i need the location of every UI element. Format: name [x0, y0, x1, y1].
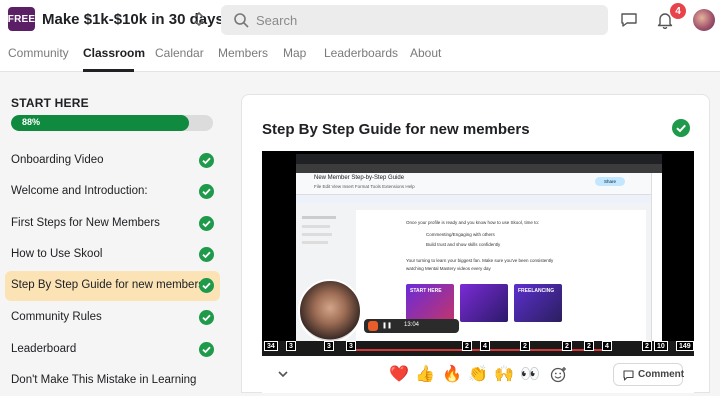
doc-title: New Member Step-by-Step Guide — [314, 175, 405, 181]
lesson-item[interactable]: First Steps for New Members — [5, 209, 220, 239]
doc-menu: File Edit View Insert Format Tools Exten… — [314, 184, 415, 189]
chevron-down-icon[interactable] — [276, 367, 290, 381]
nav-tabs: Community Classroom Calendar Members Map… — [0, 40, 720, 72]
course-title: START HERE — [11, 96, 89, 110]
video-thumbnail — [460, 284, 508, 322]
lesson-item[interactable]: Community Rules — [5, 303, 220, 333]
doc-text: Build trust and show skills confidently — [426, 242, 501, 247]
taskbar-badge: 4 — [480, 341, 490, 351]
reaction-heart[interactable]: ❤️ — [389, 365, 409, 383]
stop-icon — [368, 321, 378, 331]
chevron-up-down-icon[interactable] — [192, 10, 206, 28]
progress-fill: 88% — [11, 115, 189, 131]
webcam-overlay — [298, 279, 362, 343]
chat-icon[interactable] — [620, 11, 638, 29]
doc-right-rail — [651, 173, 662, 341]
doc-text: Your turning to learn your biggest fan. … — [406, 258, 554, 263]
lesson-label: How to Use Skool — [11, 248, 103, 260]
reaction-bar: ❤️ 👍 🔥 👏 🙌 👀 Comment — [262, 356, 694, 393]
browser-url-bar — [296, 164, 662, 173]
reaction-thumbs-up[interactable]: 👍 — [415, 365, 435, 383]
tab-map[interactable]: Map — [283, 46, 306, 60]
taskbar-badge: 3 — [324, 341, 334, 351]
lesson-label: Welcome and Introduction: — [11, 185, 148, 197]
taskbar-badge: 3 — [346, 341, 356, 351]
tab-about[interactable]: About — [410, 46, 441, 60]
doc-header: New Member Step-by-Step Guide File Edit … — [296, 173, 662, 195]
doc-toolbar — [296, 195, 662, 203]
taskbar-badge: 2 — [562, 341, 572, 351]
tab-community[interactable]: Community — [8, 46, 69, 60]
tab-leaderboards[interactable]: Leaderboards — [324, 46, 398, 60]
doc-text: Commenting/Engaging with others — [426, 232, 495, 237]
notification-badge: 4 — [670, 3, 686, 19]
lesson-content: Step By Step Guide for new members New M… — [241, 94, 710, 393]
active-tab-indicator — [83, 69, 134, 72]
taskbar-badge: 2 — [584, 341, 594, 351]
lesson-label: Onboarding Video — [11, 154, 104, 166]
lesson-title: Step By Step Guide for new members — [262, 121, 530, 138]
video-thumbnail: START HERE — [406, 284, 454, 322]
lesson-item-active[interactable]: Step By Step Guide for new members — [5, 271, 220, 301]
reaction-raised-hands[interactable]: 🙌 — [494, 365, 514, 383]
video-thumbnail: FREELANCING — [514, 284, 562, 322]
reaction-eyes[interactable]: 👀 — [520, 365, 540, 383]
taskbar-badge: 2 — [642, 341, 652, 351]
taskbar-badge: 149 — [676, 341, 694, 351]
check-circle-icon — [199, 153, 214, 168]
lesson-label: First Steps for New Members — [11, 217, 160, 229]
share-button: Share — [595, 177, 625, 186]
browser-tab-bar — [296, 154, 662, 164]
taskbar-badge: 10 — [654, 341, 668, 351]
reaction-fire[interactable]: 🔥 — [442, 365, 462, 383]
progress-bar: 88% — [11, 115, 213, 131]
group-logo[interactable]: FREE — [8, 7, 35, 31]
check-circle-icon — [199, 184, 214, 199]
comment-icon — [623, 370, 634, 381]
comment-label: Comment — [638, 369, 685, 380]
search-input[interactable]: Search — [256, 13, 297, 28]
progress-label: 88% — [22, 117, 41, 127]
lesson-label: Leaderboard — [11, 343, 77, 355]
recording-controls: ❚❚ 13:04 — [364, 319, 459, 333]
reaction-clap[interactable]: 👏 — [468, 365, 488, 383]
course-sidebar: START HERE 88% Onboarding Video Welcome … — [0, 73, 228, 393]
doc-text: Once your profile is ready and you know … — [406, 220, 540, 225]
add-reaction-icon[interactable] — [550, 366, 567, 383]
taskbar-badge: 4 — [602, 341, 612, 351]
lesson-item[interactable]: Don't Make This Mistake in Learning — [5, 366, 220, 396]
tab-members[interactable]: Members — [218, 46, 268, 60]
check-circle-icon — [199, 247, 214, 262]
avatar[interactable] — [693, 9, 715, 31]
lesson-item[interactable]: Onboarding Video — [5, 146, 220, 176]
taskbar-badge: 34 — [264, 341, 278, 351]
video-player[interactable]: New Member Step-by-Step Guide File Edit … — [262, 151, 694, 356]
tab-classroom[interactable]: Classroom — [83, 46, 145, 60]
os-taskbar: 34 3 3 3 2 4 2 2 2 4 2 10 149 — [262, 341, 694, 356]
check-circle-icon — [199, 278, 214, 293]
recording-time: 13:04 — [404, 322, 420, 328]
taskbar-badge: 3 — [286, 341, 296, 351]
pause-icon: ❚❚ — [382, 323, 393, 329]
doc-text: watching Mental Mastery videos every day — [406, 266, 491, 271]
tab-calendar[interactable]: Calendar — [155, 46, 204, 60]
comment-button[interactable]: Comment — [613, 363, 685, 386]
lesson-item[interactable]: How to Use Skool — [5, 240, 220, 270]
check-circle-icon — [199, 216, 214, 231]
check-circle-icon — [199, 310, 214, 325]
taskbar-badge: 2 — [520, 341, 530, 351]
search-bar[interactable]: Search — [221, 5, 608, 35]
lesson-label: Community Rules — [11, 311, 102, 323]
lesson-item[interactable]: Leaderboard — [5, 335, 220, 365]
taskbar-badge: 2 — [462, 341, 472, 351]
search-icon — [234, 13, 249, 28]
check-circle-icon[interactable] — [672, 119, 690, 137]
top-bar: FREE Make $1k-$10k in 30 days Search 4 — [0, 0, 720, 40]
check-circle-icon — [199, 342, 214, 357]
lesson-item[interactable]: Welcome and Introduction: — [5, 177, 220, 207]
lesson-label: Step By Step Guide for new members — [11, 279, 205, 291]
lesson-label: Don't Make This Mistake in Learning — [11, 374, 197, 386]
